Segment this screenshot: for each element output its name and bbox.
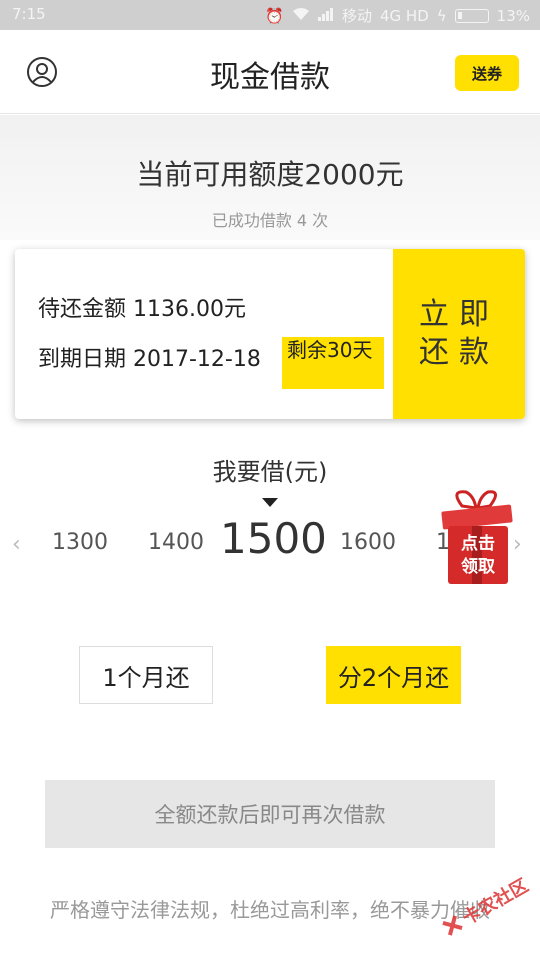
status-bar: 7:15 ⏰ 移动 4G HD ϟ 13% (0, 0, 540, 30)
repay-now-label: 立即还款 (419, 297, 499, 370)
due-date: 到期日期 2017-12-18 (38, 347, 261, 372)
battery-icon (454, 8, 489, 23)
alarm-icon: ⏰ (265, 6, 284, 25)
status-indicators: ⏰ 移动 4G HD ϟ 13% (265, 5, 530, 26)
repayment-card: 待还金额 1136.00元 到期日期 2017-12-18 剩余30天 立即还款 (15, 249, 525, 419)
quota-section: 当前可用额度2000元 已成功借款 4 次 (0, 115, 540, 240)
watermark-text: 卡农社区 (459, 875, 533, 930)
user-icon[interactable] (26, 56, 58, 88)
watermark: 卡农社区 (432, 858, 540, 951)
repay-amount: 待还金额 1136.00元 (38, 297, 246, 322)
carrier-label: 移动 (341, 7, 372, 25)
gift-box-icon[interactable]: 点击 领取 (432, 486, 522, 590)
remaining-days-badge: 剩余30天 (282, 337, 384, 389)
status-time: 7:15 (12, 5, 46, 23)
amount-option-1400[interactable]: 1400 (148, 530, 204, 555)
chevron-left-icon[interactable]: ‹ (12, 532, 21, 557)
borrow-again-button-disabled[interactable]: 全额还款后即可再次借款 (45, 780, 495, 848)
gift-text-line1: 点击 (461, 533, 495, 554)
available-quota: 当前可用额度2000元 (136, 158, 404, 191)
loan-count: 已成功借款 4 次 (211, 211, 329, 230)
term-option-1-month[interactable]: 1个月还 (79, 646, 213, 704)
charging-icon: ϟ (436, 6, 447, 25)
wifi-icon (292, 7, 310, 25)
amount-option-1300[interactable]: 1300 (52, 530, 108, 555)
battery-percent: 13% (496, 6, 530, 25)
coupon-button[interactable]: 送券 (455, 55, 519, 91)
app-bar: 现金借款 送券 (0, 30, 540, 114)
network-label: 4G HD (379, 6, 429, 25)
signal-icon (317, 7, 334, 25)
watermark-logo-icon (442, 915, 463, 936)
borrow-amount-label: 我要借(元) (212, 458, 328, 486)
selection-pointer-icon (262, 498, 278, 507)
chevron-right-icon[interactable]: › (513, 532, 522, 557)
amount-option-selected[interactable]: 1500 (220, 514, 327, 563)
repay-now-button[interactable]: 立即还款 (393, 249, 525, 419)
amount-option-1600[interactable]: 1600 (340, 530, 396, 555)
term-option-2-months[interactable]: 分2个月还 (326, 646, 461, 704)
gift-text-line2: 领取 (461, 556, 495, 577)
